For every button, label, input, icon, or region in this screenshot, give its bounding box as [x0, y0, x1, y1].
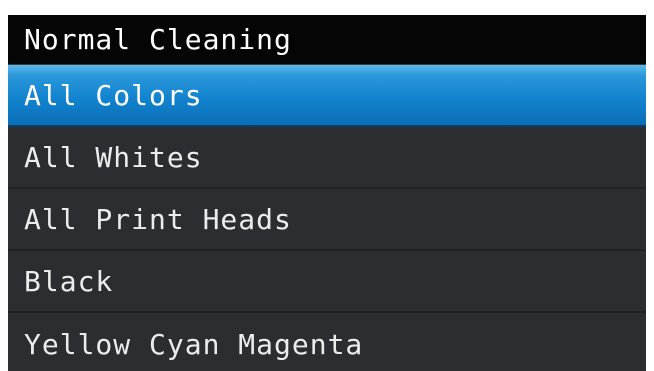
- menu-item-label: Black: [24, 264, 114, 298]
- menu-item-yellow-cyan-magenta[interactable]: Yellow Cyan Magenta: [8, 313, 646, 371]
- menu-item-label: All Whites: [24, 140, 203, 174]
- menu-item-all-colors[interactable]: All Colors: [8, 65, 646, 127]
- menu-item-label: All Print Heads: [24, 202, 292, 236]
- menu-item-all-whites[interactable]: All Whites: [8, 127, 646, 189]
- menu-item-label: Yellow Cyan Magenta: [24, 327, 364, 361]
- menu-item-label: All Colors: [24, 78, 203, 112]
- title-bar: Normal Cleaning: [8, 15, 646, 65]
- cleaning-menu: All Colors All Whites All Print Heads Bl…: [8, 65, 646, 371]
- menu-item-all-print-heads[interactable]: All Print Heads: [8, 189, 646, 251]
- screen-title: Normal Cleaning: [24, 23, 292, 56]
- lcd-screen: Normal Cleaning All Colors All Whites Al…: [8, 15, 646, 371]
- menu-item-black[interactable]: Black: [8, 251, 646, 313]
